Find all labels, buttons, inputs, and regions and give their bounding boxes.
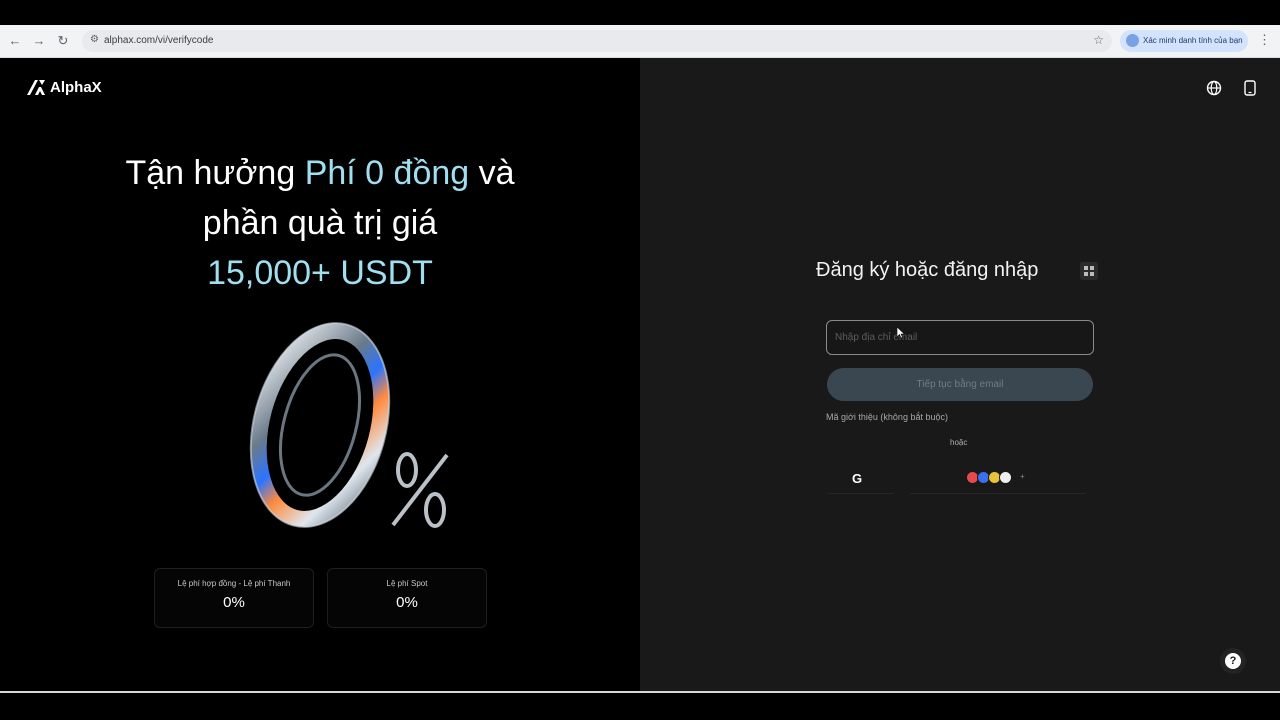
forward-icon[interactable]: → xyxy=(30,32,48,50)
or-text: hoặc xyxy=(950,438,968,447)
phone-icon[interactable] xyxy=(1244,80,1256,96)
wallet-icons xyxy=(966,471,1012,484)
brand-logo[interactable]: AlphaX xyxy=(26,78,102,96)
globe-icon[interactable] xyxy=(1206,80,1222,96)
alphax-logo-icon xyxy=(27,80,45,95)
reload-icon[interactable]: ↻ xyxy=(54,32,72,50)
hero-headline: Tận hưởng Phí 0 đồng và phần quà trị giá… xyxy=(0,148,640,298)
auth-panel: Đăng ký hoặc đăng nhập Tiếp tục bằng ema… xyxy=(640,58,1280,691)
email-input[interactable] xyxy=(827,321,1093,354)
google-login-button[interactable]: G xyxy=(828,463,894,494)
back-icon[interactable]: ← xyxy=(6,32,24,50)
url-text: alphax.com/vi/verifycode xyxy=(104,35,214,46)
bottom-black-strip xyxy=(0,693,1280,720)
help-button[interactable]: ? xyxy=(1220,648,1246,674)
hero-line3: 15,000+ USDT xyxy=(207,254,433,292)
hero-line1-suffix: và xyxy=(469,154,515,192)
referral-code-link[interactable]: Mã giới thiệu (không bắt buộc) xyxy=(826,412,948,422)
auth-title: Đăng ký hoặc đăng nhập xyxy=(816,259,1039,281)
hero-line1-prefix: Tận hưởng xyxy=(125,154,305,192)
google-icon: G xyxy=(852,471,863,486)
fee-value: 0% xyxy=(223,594,245,611)
zero-percent-art xyxy=(249,322,449,528)
email-input-field[interactable] xyxy=(826,320,1094,355)
fee-card-spot: Lệ phí Spot 0% xyxy=(327,568,487,628)
hero-line1-highlight: Phí 0 đồng xyxy=(304,154,470,192)
browser-toolbar: ← → ↻ ⚙ alphax.com/vi/verifycode ☆ Xác m… xyxy=(0,25,1280,58)
wallet-login-button[interactable]: + xyxy=(910,463,1086,494)
fee-label: Lệ phí Spot xyxy=(386,579,428,588)
brand-name: AlphaX xyxy=(50,78,102,96)
site-info-icon[interactable]: ⚙ xyxy=(90,34,99,45)
wallets-more: + xyxy=(1020,472,1025,481)
menu-dots-icon[interactable]: ⋮ xyxy=(1258,32,1271,48)
star-icon[interactable]: ☆ xyxy=(1093,33,1104,47)
top-black-strip xyxy=(0,0,1280,25)
translate-icon xyxy=(1126,34,1139,47)
mouse-cursor-icon xyxy=(897,327,905,339)
fee-label: Lệ phí hợp đồng - Lệ phí Thanh xyxy=(177,579,291,588)
fee-value: 0% xyxy=(396,594,418,611)
continue-button[interactable]: Tiếp tục bằng email xyxy=(827,368,1093,401)
qr-code-icon[interactable] xyxy=(1080,262,1098,280)
address-bar[interactable]: ⚙ alphax.com/vi/verifycode ☆ xyxy=(82,30,1112,52)
help-icon: ? xyxy=(1225,653,1241,669)
fee-card-futures: Lệ phí hợp đồng - Lệ phí Thanh 0% xyxy=(154,568,314,628)
hero-line2: phần quà trị giá xyxy=(202,204,438,242)
wallet-icon xyxy=(999,471,1012,484)
promo-panel: AlphaX Tận hưởng Phí 0 đồng và phần quà … xyxy=(0,58,640,691)
translate-chip-label: Xác minh danh tính của bạn xyxy=(1143,36,1243,45)
translate-chip[interactable]: Xác minh danh tính của bạn xyxy=(1120,30,1248,52)
